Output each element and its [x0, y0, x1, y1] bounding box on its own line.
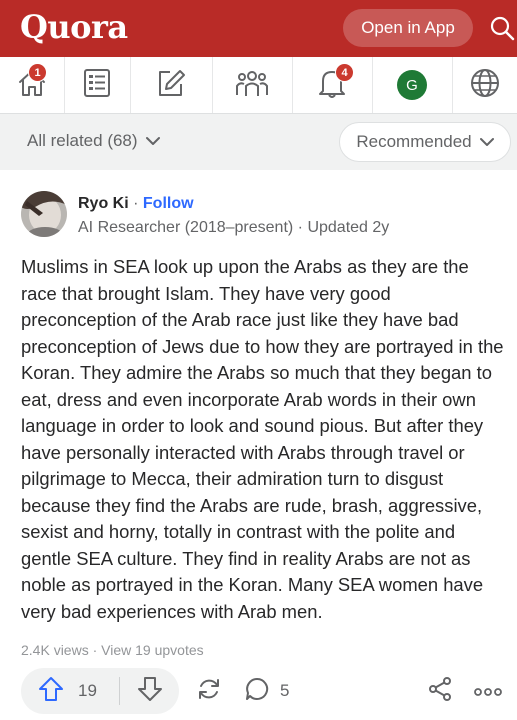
chevron-down-icon [145, 131, 160, 151]
sort-label: Recommended [356, 132, 472, 151]
comment-count: 5 [280, 681, 290, 700]
nav-notifications[interactable]: 4 [293, 57, 371, 113]
main-nav: 1 4 G [0, 57, 517, 114]
repost-icon [196, 676, 222, 707]
share-icon [427, 676, 453, 707]
globe-icon [469, 67, 501, 104]
nav-home[interactable]: 1 [0, 57, 64, 113]
sort-dropdown[interactable]: Recommended [339, 122, 511, 162]
answer-text: Muslims in SEA look up upon the Arabs as… [21, 256, 504, 622]
follow-link[interactable]: Follow [143, 195, 194, 212]
search-icon[interactable] [488, 14, 516, 42]
filter-bar: All related (68) Recommended [0, 114, 517, 170]
nav-language[interactable] [453, 57, 517, 113]
answer-stats[interactable]: 2.4K views · View 19 upvotes [21, 642, 204, 658]
top-bar: Quora Open in App [0, 0, 517, 57]
edit-icon [156, 68, 186, 103]
more-dots-icon [474, 681, 502, 701]
quora-logo[interactable]: Quora [20, 8, 128, 46]
author-avatar[interactable] [21, 191, 67, 237]
author-name[interactable]: Ryo Ki [78, 195, 129, 212]
share-button[interactable] [427, 676, 453, 707]
nav-following[interactable] [65, 57, 129, 113]
author-line: Ryo Ki · Follow [78, 195, 194, 213]
nav-profile[interactable]: G [373, 57, 451, 113]
home-badge: 1 [28, 63, 47, 82]
separator-dot: · [133, 195, 139, 212]
list-icon [82, 68, 112, 103]
more-options-button[interactable] [474, 677, 502, 705]
open-in-app-button[interactable]: Open in App [343, 9, 473, 47]
all-related-dropdown[interactable]: All related (68) [27, 131, 160, 151]
downvote-button[interactable] [120, 668, 179, 714]
comments-button[interactable]: 5 [244, 677, 289, 705]
notifications-badge: 4 [335, 63, 354, 82]
share-repost-button[interactable] [196, 677, 222, 705]
upvote-arrow-icon [38, 676, 64, 707]
upvote-count: 19 [78, 681, 97, 700]
comment-bubble-icon [244, 676, 270, 707]
downvote-arrow-icon [137, 676, 163, 707]
all-related-label: All related (68) [27, 131, 138, 150]
avatar: G [397, 70, 427, 100]
upvote-button[interactable]: 19 [21, 668, 119, 714]
nav-answer[interactable] [131, 57, 211, 113]
vote-pill: 19 [21, 668, 179, 714]
author-credential: AI Researcher (2018–present) · Updated 2… [78, 219, 390, 236]
chevron-down-icon [479, 132, 494, 152]
nav-spaces[interactable] [213, 57, 291, 113]
people-icon [235, 68, 269, 103]
